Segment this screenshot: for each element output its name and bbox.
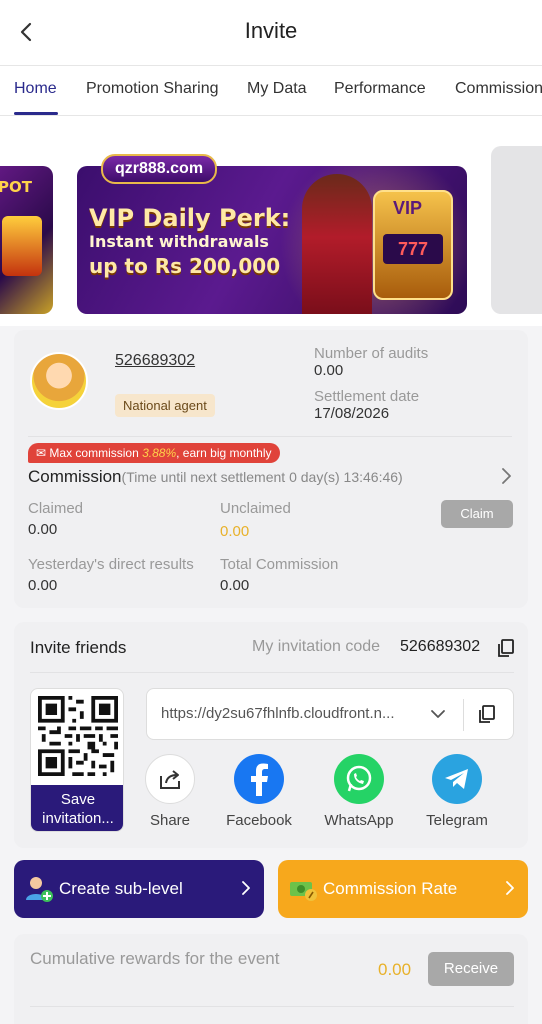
share-option-facebook[interactable]: Facebook	[214, 754, 304, 829]
banner-prev[interactable]: POT	[0, 166, 53, 314]
invite-title: Invite friends	[30, 638, 127, 657]
vip-text: VIP	[393, 198, 423, 218]
banner-carousel[interactable]: POT VIP 777 VIP Daily Perk: Instant with…	[0, 116, 542, 326]
whatsapp-label: WhatsApp	[324, 812, 394, 829]
share-label: Share	[149, 812, 191, 829]
settlement-countdown: (Time until next settlement 0 day(s) 13:…	[121, 469, 403, 485]
settlement-value: 17/08/2026	[314, 405, 390, 422]
receive-button[interactable]: Receive	[428, 952, 514, 986]
telegram-icon	[432, 754, 482, 804]
banner-next[interactable]	[491, 146, 542, 314]
vip-slot-image: VIP 777	[373, 190, 453, 300]
cumulative-rewards-label: Cumulative rewards for the event	[30, 949, 280, 968]
money-icon	[290, 882, 317, 901]
whatsapp-icon	[334, 754, 384, 804]
yesterday-label: Yesterday's direct results	[28, 556, 194, 573]
save-invitation-button[interactable]: Save invitation...	[31, 785, 123, 831]
avatar	[30, 352, 88, 410]
audits-label: Number of audits	[314, 345, 429, 362]
qr-code-card[interactable]: Save invitation...	[30, 688, 124, 832]
tab-bar: Home Promotion Sharing My Data Performan…	[0, 66, 542, 116]
share-option-share[interactable]: Share	[125, 754, 215, 829]
commission-rate-label: Commission Rate	[323, 879, 458, 898]
add-user-icon	[26, 877, 53, 902]
banner-headline: VIP Daily Perk:	[89, 204, 291, 232]
sevens-text: 777	[383, 234, 443, 264]
total-commission-label: Total Commission	[220, 556, 339, 573]
claimed-label: Claimed	[28, 500, 84, 517]
copy-link-icon[interactable]	[477, 704, 497, 724]
slot-machine-image	[2, 216, 42, 276]
url-divider	[463, 699, 464, 731]
event-rewards-card: Cumulative rewards for the event 0.00 Re…	[14, 934, 528, 1024]
tab-promotion-sharing[interactable]: Promotion Sharing	[86, 80, 219, 98]
commission-heading[interactable]: Commission(Time until next settlement 0 …	[28, 467, 403, 487]
divider	[30, 672, 514, 673]
page-title: Invite	[244, 18, 298, 43]
chevron-right-icon	[506, 881, 514, 895]
chevron-right-icon[interactable]	[496, 466, 516, 486]
chevron-down-icon[interactable]	[429, 707, 447, 721]
yesterday-value: 0.00	[28, 577, 58, 594]
banner-model-image	[302, 174, 372, 314]
settlement-label: Settlement date	[314, 388, 420, 405]
agent-id[interactable]: 526689302	[115, 352, 195, 370]
banner-amount: up to Rs 200,000	[89, 254, 281, 278]
tab-my-data[interactable]: My Data	[247, 80, 307, 98]
claimed-value: 0.00	[28, 521, 58, 538]
claim-button[interactable]: Claim	[441, 500, 513, 528]
promo-prefix: Max commission	[49, 446, 143, 460]
megaphone-icon: ✉	[36, 446, 47, 460]
share-icon	[145, 754, 195, 804]
invitation-code-label: My invitation code	[252, 638, 381, 655]
divider	[28, 436, 512, 437]
total-commission-value: 0.00	[220, 577, 250, 594]
banner-prev-text: POT	[0, 178, 32, 196]
qr-code-image	[38, 696, 118, 776]
invitation-code-value: 526689302	[400, 638, 481, 655]
copy-code-icon[interactable]	[496, 638, 516, 658]
facebook-label: Facebook	[226, 812, 292, 829]
invitation-link-text: https://dy2su67fhlnfb.cloudfront.n...	[161, 705, 395, 722]
share-option-telegram[interactable]: Telegram	[412, 754, 502, 829]
create-sub-level-label: Create sub-level	[59, 879, 183, 898]
promo-rate: 3.88%	[142, 446, 177, 460]
max-commission-badge: ✉ Max commission 3.88%, earn big monthly	[28, 443, 280, 463]
audits-value: 0.00	[314, 362, 344, 379]
unclaimed-label: Unclaimed	[220, 500, 291, 517]
agent-level-badge: National agent	[115, 394, 215, 417]
active-tab-indicator	[14, 112, 58, 115]
app-header: Invite	[0, 0, 542, 66]
chevron-right-icon	[242, 881, 250, 895]
invitation-link-field[interactable]: https://dy2su67fhlnfb.cloudfront.n...	[146, 688, 514, 740]
divider	[30, 1006, 514, 1007]
commission-rate-button[interactable]: Commission Rate	[278, 860, 528, 918]
banner-vip-perk[interactable]: VIP 777 VIP Daily Perk: Instant withdraw…	[77, 166, 467, 314]
telegram-label: Telegram	[426, 812, 488, 829]
tab-home[interactable]: Home	[14, 80, 57, 98]
agent-card: 526689302 National agent Number of audit…	[14, 330, 528, 608]
tab-commission[interactable]: Commission	[455, 80, 542, 98]
cumulative-rewards-value: 0.00	[378, 960, 412, 979]
create-sub-level-button[interactable]: Create sub-level	[14, 860, 264, 918]
facebook-icon	[234, 754, 284, 804]
invite-card: Invite friends My invitation code 526689…	[14, 622, 528, 848]
commission-title: Commission	[28, 467, 122, 486]
share-option-whatsapp[interactable]: WhatsApp	[314, 754, 404, 829]
brand-logo: qzr888.com	[101, 154, 218, 184]
unclaimed-value: 0.00	[220, 523, 250, 540]
promo-suffix: , earn big monthly	[176, 446, 272, 460]
tab-performance[interactable]: Performance	[334, 80, 426, 98]
banner-subline: Instant withdrawals	[89, 232, 269, 251]
